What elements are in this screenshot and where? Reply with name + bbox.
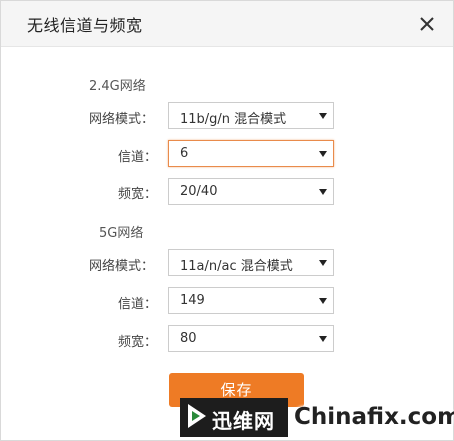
bandwidth-value-24g: 20/40 (180, 184, 218, 199)
bandwidth-select-24g[interactable]: 20/40 (168, 178, 334, 205)
close-icon[interactable] (417, 14, 437, 34)
bandwidth-label-5g: 频宽： (118, 335, 158, 350)
channel-label-5g: 信道： (118, 297, 158, 312)
wireless-channel-dialog: 无线信道与频宽 2.4G网络 网络模式： 11b/g/n 混合模式 信道： 6 … (0, 0, 454, 441)
bandwidth-select-5g[interactable]: 80 (168, 325, 334, 352)
channel-select-5g[interactable]: 149 (168, 287, 334, 314)
chevron-down-icon (319, 151, 327, 157)
channel-value-24g: 6 (180, 146, 189, 161)
dialog-header: 无线信道与频宽 (1, 1, 453, 47)
chevron-down-icon (319, 189, 327, 195)
chevron-down-icon (319, 113, 327, 119)
mode-value-5g: 11a/n/ac 混合模式 (180, 259, 293, 274)
mode-value-24g: 11b/g/n 混合模式 (180, 112, 287, 127)
mode-select-5g[interactable]: 11a/n/ac 混合模式 (168, 249, 334, 276)
bandwidth-value-5g: 80 (180, 331, 197, 346)
mode-label-24g: 网络模式： (89, 112, 155, 127)
watermark-logo-icon (188, 404, 206, 428)
bandwidth-label-24g: 频宽： (118, 187, 158, 202)
chevron-down-icon (319, 298, 327, 304)
channel-select-24g[interactable]: 6 (168, 140, 334, 167)
channel-label-24g: 信道： (118, 150, 158, 165)
dialog-title: 无线信道与频宽 (27, 16, 143, 35)
mode-select-24g[interactable]: 11b/g/n 混合模式 (168, 102, 334, 129)
watermark-en-text: Chinafix.com (294, 404, 454, 430)
chevron-down-icon (319, 336, 327, 342)
watermark-cn-text: 迅维网 (212, 409, 275, 433)
mode-label-5g: 网络模式： (89, 259, 155, 274)
section-label-5g: 5G网络 (99, 226, 144, 241)
channel-value-5g: 149 (180, 293, 205, 308)
section-label-24g: 2.4G网络 (89, 79, 146, 94)
chevron-down-icon (319, 260, 327, 266)
